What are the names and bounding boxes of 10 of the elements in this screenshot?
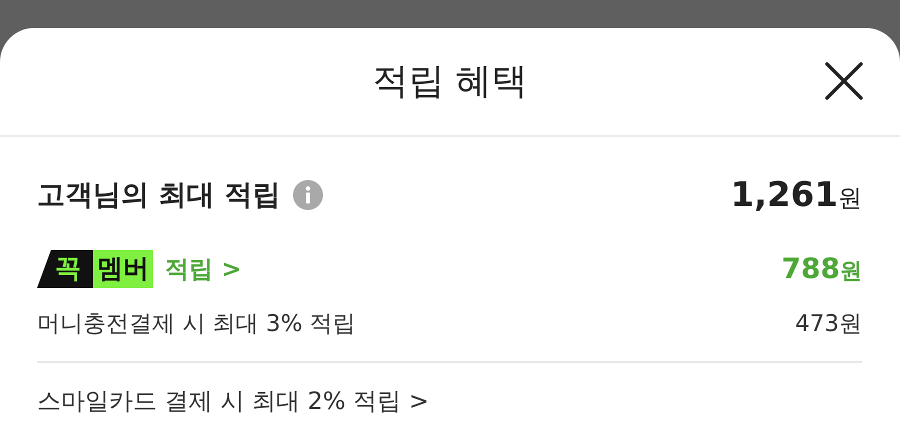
close-icon[interactable]: [824, 61, 864, 101]
sheet-title: 적립 혜택: [372, 60, 528, 104]
detail-text: 머니충전결제 시 최대 3% 적립: [37, 310, 356, 338]
summary-amount: 1,261원: [730, 175, 862, 215]
detail-amount: 473원: [795, 310, 862, 338]
membership-amount: 788원: [782, 252, 862, 286]
badge-label: 멤버: [93, 250, 153, 288]
card-offer-link[interactable]: 스마일카드 결제 시 최대 2% 적립 >: [37, 385, 429, 417]
badge-mark: 꼭: [37, 250, 93, 288]
summary-label: 고객님의 최대 적립: [37, 177, 280, 213]
